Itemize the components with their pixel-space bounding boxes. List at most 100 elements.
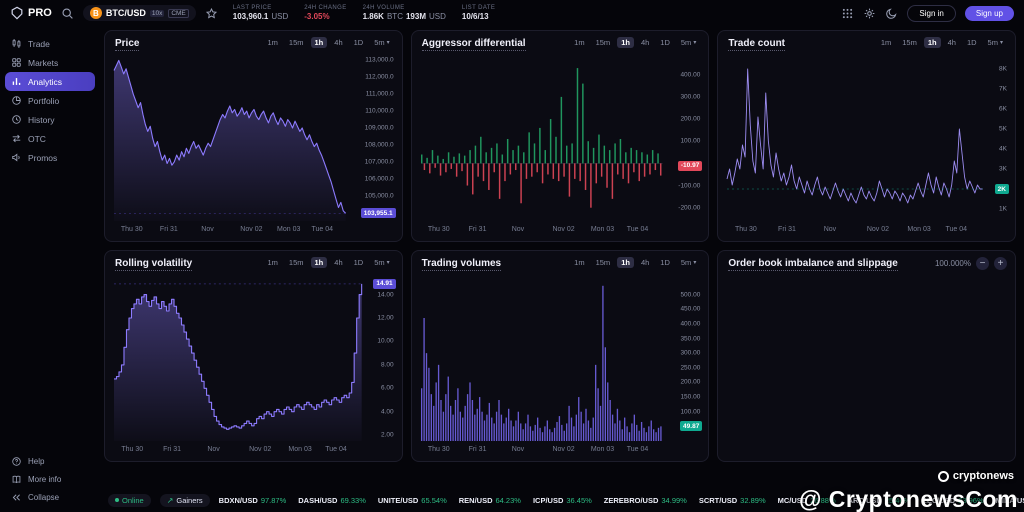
minus-icon[interactable]: − — [975, 257, 989, 270]
settings-gear-icon[interactable] — [863, 7, 876, 20]
timeframe-4h[interactable]: 4h — [330, 37, 346, 48]
timeframe-bar: 1m 15m 1h 4h 1D 5m ▾ — [570, 257, 700, 268]
logo-text: PRO — [28, 7, 52, 19]
sidebar-item-markets[interactable]: Markets — [5, 53, 95, 72]
timeframe-aggregation-dropdown[interactable]: 5m ▾ — [677, 37, 700, 48]
timeframe-1D[interactable]: 1D — [350, 257, 368, 268]
sidebar-item-history[interactable]: History — [5, 110, 95, 129]
aggressor-chart[interactable] — [420, 57, 663, 221]
timeframe-15m[interactable]: 15m — [898, 37, 921, 48]
plus-icon[interactable]: + — [993, 257, 1007, 270]
x-tick: Tue 04 — [311, 226, 334, 233]
timeframe-15m[interactable]: 15m — [592, 257, 615, 268]
trade-count-chart[interactable] — [726, 57, 983, 221]
pair-selector[interactable]: B BTC/USD 10x CME — [82, 5, 196, 21]
x-tick: Nov 02 — [249, 446, 272, 453]
timeframe-1h[interactable]: 1h — [617, 37, 634, 48]
apps-grid-icon[interactable] — [841, 7, 854, 20]
panel-title-price[interactable]: Price — [115, 38, 140, 51]
x-tick: Nov — [823, 226, 837, 233]
favorite-star-icon[interactable] — [205, 7, 218, 20]
panel-title-aggressor[interactable]: Aggressor differential — [421, 38, 526, 51]
sign-up-button[interactable]: Sign up — [964, 5, 1014, 21]
sidebar-item-label: OTC — [28, 133, 46, 144]
stat-label: 24H CHANGE — [304, 5, 347, 11]
y-tick: 12.00 — [377, 314, 394, 322]
timeframe-1m[interactable]: 1m — [570, 257, 588, 268]
timeframe-4h[interactable]: 4h — [330, 257, 346, 268]
timeframe-1D[interactable]: 1D — [963, 37, 981, 48]
timeframe-1m[interactable]: 1m — [264, 257, 282, 268]
last-value-badge: 2K — [994, 184, 1009, 194]
sidebar-item-collapse[interactable]: Collapse — [5, 489, 95, 506]
sidebar-footer: Help More info Collapse — [5, 453, 95, 506]
volatility-chart[interactable] — [114, 277, 363, 441]
ticker-item-unite[interactable]: UNITE/USD 65.54% — [378, 496, 447, 505]
timeframe-aggregation-dropdown[interactable]: 5m ▾ — [677, 257, 700, 268]
sidebar-item-more-info[interactable]: More info — [5, 471, 95, 488]
timeframe-1D[interactable]: 1D — [656, 37, 674, 48]
y-tick: 350.00 — [680, 335, 701, 342]
timeframe-1D[interactable]: 1D — [656, 257, 674, 268]
ticker-item-icp[interactable]: ICP/USD 36.45% — [533, 496, 592, 505]
sidebar-item-help[interactable]: Help — [5, 453, 95, 470]
y-tick: 400.00 — [680, 71, 701, 79]
volumes-chart[interactable] — [420, 277, 663, 441]
timeframe-1m[interactable]: 1m — [570, 37, 588, 48]
x-tick: Mon 03 — [907, 226, 931, 233]
y-tick: 111,000.0 — [365, 90, 394, 98]
sidebar-item-label: Help — [28, 457, 45, 466]
ticker-percent: 36.45% — [566, 495, 592, 505]
x-tick: Mon 03 — [288, 446, 312, 453]
exchange-logo[interactable]: PRO — [10, 6, 52, 20]
y-tick: 7K — [999, 85, 1007, 93]
timeframe-15m[interactable]: 15m — [592, 37, 615, 48]
sidebar-nav: Trade Markets Analytics Portfolio History OTC… — [0, 26, 100, 512]
panel-volatility: Rolling volatility 1m 15m 1h 4h 1D 5m ▾ 14.00 12.… — [104, 250, 403, 462]
timeframe-1D[interactable]: 1D — [350, 37, 368, 48]
timeframe-1m[interactable]: 1m — [264, 37, 282, 48]
header-stat-24h-change: 24H CHANGE -3.05% — [304, 5, 346, 21]
sidebar-item-otc[interactable]: OTC — [5, 129, 95, 148]
ticker-item-ren[interactable]: REN/USD 64.23% — [459, 496, 521, 505]
timeframe-aggregation-dropdown[interactable]: 5m ▾ — [370, 37, 393, 48]
x-tick: Tue 04 — [945, 226, 968, 233]
timeframe-4h[interactable]: 4h — [944, 37, 960, 48]
sign-in-button[interactable]: Sign in — [907, 4, 956, 22]
panel-title-volumes[interactable]: Trading volumes — [421, 258, 502, 271]
timeframe-4h[interactable]: 4h — [637, 257, 653, 268]
panel-title-trade-count[interactable]: Trade count — [728, 38, 786, 51]
price-chart[interactable] — [113, 57, 347, 222]
header-stat-last-price: LAST PRICE 103,960.1 USD — [233, 5, 288, 21]
megaphone-icon — [11, 152, 22, 163]
ticker-item-bdxn[interactable]: BDXN/USD 97.87% — [219, 496, 287, 505]
search-icon[interactable] — [61, 7, 74, 20]
timeframe-1m[interactable]: 1m — [877, 37, 895, 48]
timeframe-4h[interactable]: 4h — [637, 37, 653, 48]
timeframe-1h[interactable]: 1h — [617, 257, 634, 268]
timeframe-15m[interactable]: 15m — [285, 37, 308, 48]
panel-title-volatility[interactable]: Rolling volatility — [115, 258, 193, 271]
sidebar-item-portfolio[interactable]: Portfolio — [5, 91, 95, 110]
timeframe-aggregation-dropdown[interactable]: 5m ▾ — [984, 37, 1007, 48]
timeframe-aggregation-dropdown[interactable]: 5m ▾ — [370, 257, 393, 268]
shield-logo-icon — [10, 6, 24, 20]
y-tick: 10.00 — [377, 337, 394, 345]
gainers-filter-button[interactable]: ↗ Gainers — [159, 493, 210, 507]
timeframe-1h[interactable]: 1h — [923, 37, 941, 48]
panel-title-orderbook[interactable]: Order book imbalance and slippage — [728, 258, 898, 271]
ticker-item-scrt[interactable]: SCRT/USD 32.89% — [699, 496, 766, 505]
sidebar-item-analytics[interactable]: Analytics — [5, 72, 95, 91]
timeframe-bar: 1m 15m 1h 4h 1D 5m ▾ — [264, 37, 394, 48]
timeframe-15m[interactable]: 15m — [285, 257, 308, 268]
sidebar-items: Trade Markets Analytics Portfolio History OTC… — [5, 34, 95, 167]
timeframe-1h[interactable]: 1h — [310, 257, 328, 268]
sidebar-item-label: Markets — [28, 57, 59, 68]
ticker-item-zerebro[interactable]: ZEREBRO/USD 34.99% — [604, 496, 687, 505]
sidebar-item-promos[interactable]: Promos — [5, 148, 95, 167]
theme-moon-icon[interactable] — [885, 7, 898, 20]
sidebar-item-trade[interactable]: Trade — [5, 34, 95, 53]
x-axis: Thu 30 Fri 31 Nov Nov 02 Mon 03 Tue 04 — [727, 226, 981, 236]
ticker-item-dash[interactable]: DASH/USD 69.33% — [298, 496, 366, 505]
timeframe-1h[interactable]: 1h — [310, 37, 328, 48]
